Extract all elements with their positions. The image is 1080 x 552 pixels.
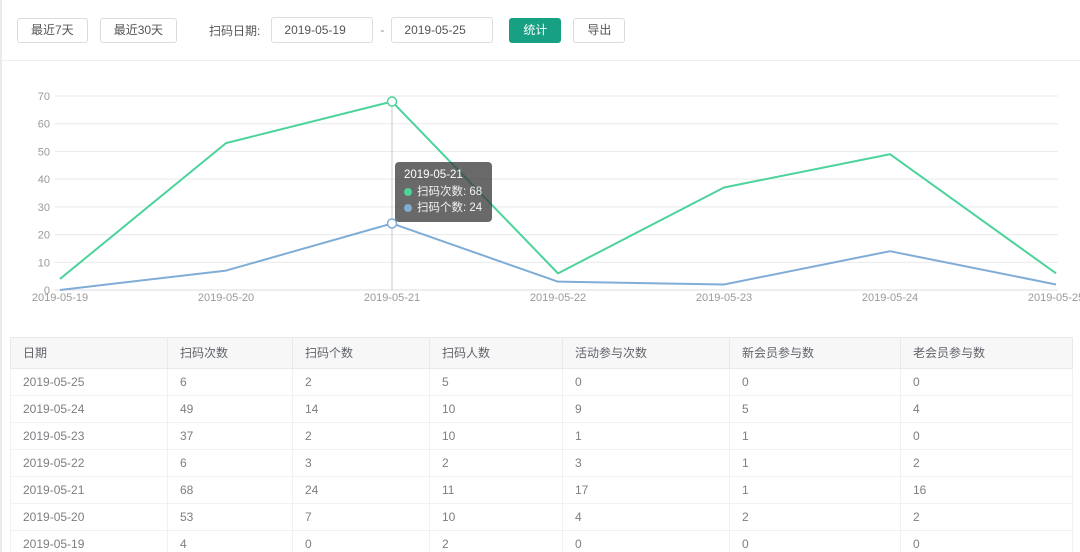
table-cell: 68 bbox=[168, 477, 293, 504]
table-cell: 0 bbox=[730, 531, 901, 552]
table-cell: 1 bbox=[730, 423, 901, 450]
scan-date-label: 扫码日期: bbox=[209, 22, 260, 39]
y-axis-tick-label: 60 bbox=[38, 119, 50, 131]
table-cell: 2 bbox=[293, 423, 430, 450]
table-cell: 4 bbox=[901, 396, 1073, 423]
series-line-1 bbox=[60, 223, 1056, 290]
table-cell: 53 bbox=[168, 504, 293, 531]
table-cell: 2019-05-24 bbox=[11, 396, 168, 423]
table-cell: 0 bbox=[901, 423, 1073, 450]
table-cell: 2 bbox=[901, 504, 1073, 531]
x-axis-label: 2019-05-21 bbox=[364, 292, 420, 304]
table-row: 2019-05-24491410954 bbox=[11, 396, 1073, 423]
table-cell: 9 bbox=[563, 396, 730, 423]
table-cell: 4 bbox=[563, 504, 730, 531]
table-cell: 16 bbox=[901, 477, 1073, 504]
column-header: 扫码个数 bbox=[293, 338, 430, 369]
table-cell: 1 bbox=[730, 450, 901, 477]
y-axis-tick-label: 50 bbox=[38, 146, 50, 158]
hover-marker-1 bbox=[388, 219, 397, 228]
table-cell: 0 bbox=[563, 531, 730, 552]
export-button[interactable]: 导出 bbox=[573, 18, 625, 43]
stats-table: 日期扫码次数扫码个数扫码人数活动参与次数新会员参与数老会员参与数 2019-05… bbox=[10, 337, 1073, 552]
table-cell: 2019-05-20 bbox=[11, 504, 168, 531]
table-cell: 17 bbox=[563, 477, 730, 504]
table-row: 2019-05-19402000 bbox=[11, 531, 1073, 552]
column-header: 老会员参与数 bbox=[901, 338, 1073, 369]
x-axis-label: 2019-05-25 bbox=[1028, 292, 1080, 304]
table-header-row: 日期扫码次数扫码个数扫码人数活动参与次数新会员参与数老会员参与数 bbox=[11, 338, 1073, 369]
table-cell: 2 bbox=[901, 450, 1073, 477]
table-cell: 5 bbox=[430, 369, 563, 396]
table-cell: 37 bbox=[168, 423, 293, 450]
x-axis-label: 2019-05-19 bbox=[32, 292, 88, 304]
last-30-days-button[interactable]: 最近30天 bbox=[100, 18, 177, 43]
table-cell: 1 bbox=[730, 477, 901, 504]
table-cell: 2019-05-25 bbox=[11, 369, 168, 396]
column-header: 扫码人数 bbox=[430, 338, 563, 369]
series-line-0 bbox=[60, 102, 1056, 279]
y-axis-tick-label: 10 bbox=[38, 257, 50, 269]
table-cell: 5 bbox=[730, 396, 901, 423]
column-header: 扫码次数 bbox=[168, 338, 293, 369]
table-cell: 2 bbox=[430, 531, 563, 552]
table-cell: 7 bbox=[293, 504, 430, 531]
last-7-days-button[interactable]: 最近7天 bbox=[17, 18, 88, 43]
table-cell: 3 bbox=[563, 450, 730, 477]
table-cell: 10 bbox=[430, 504, 563, 531]
table-cell: 14 bbox=[293, 396, 430, 423]
table-cell: 0 bbox=[901, 531, 1073, 552]
end-date-input[interactable] bbox=[391, 17, 493, 43]
table-row: 2019-05-2337210110 bbox=[11, 423, 1073, 450]
table-cell: 4 bbox=[168, 531, 293, 552]
table-cell: 0 bbox=[293, 531, 430, 552]
x-axis-label: 2019-05-24 bbox=[862, 292, 918, 304]
column-header: 活动参与次数 bbox=[563, 338, 730, 369]
column-header: 新会员参与数 bbox=[730, 338, 901, 369]
table-cell: 49 bbox=[168, 396, 293, 423]
x-axis-label: 2019-05-20 bbox=[198, 292, 254, 304]
x-axis-label: 2019-05-22 bbox=[530, 292, 586, 304]
table-cell: 2019-05-21 bbox=[11, 477, 168, 504]
date-range-separator: - bbox=[380, 23, 384, 37]
column-header: 日期 bbox=[11, 338, 168, 369]
start-date-input[interactable] bbox=[271, 17, 373, 43]
table-cell: 2019-05-19 bbox=[11, 531, 168, 552]
table-cell: 2 bbox=[730, 504, 901, 531]
table-cell: 0 bbox=[563, 369, 730, 396]
analytics-page: 最近7天 最近30天 扫码日期: - 统计 导出 010203040506070… bbox=[0, 0, 1080, 552]
table-cell: 2019-05-23 bbox=[11, 423, 168, 450]
table-body: 2019-05-256250002019-05-244914109542019-… bbox=[11, 369, 1073, 552]
table-row: 2019-05-2168241117116 bbox=[11, 477, 1073, 504]
table-cell: 0 bbox=[730, 369, 901, 396]
table-cell: 11 bbox=[430, 477, 563, 504]
chart-canvas[interactable]: 0102030405060702019-05-192019-05-202019-… bbox=[2, 85, 1080, 320]
y-axis-tick-label: 70 bbox=[38, 91, 50, 103]
table-cell: 2 bbox=[293, 369, 430, 396]
hover-marker-0 bbox=[388, 97, 397, 106]
statistics-button[interactable]: 统计 bbox=[509, 18, 561, 43]
table-cell: 6 bbox=[168, 369, 293, 396]
table-cell: 2019-05-22 bbox=[11, 450, 168, 477]
stats-table-wrap: 日期扫码次数扫码个数扫码人数活动参与次数新会员参与数老会员参与数 2019-05… bbox=[10, 337, 1072, 552]
table-row: 2019-05-25625000 bbox=[11, 369, 1073, 396]
table-cell: 6 bbox=[168, 450, 293, 477]
y-axis-tick-label: 30 bbox=[38, 202, 50, 214]
table-cell: 2 bbox=[430, 450, 563, 477]
table-row: 2019-05-22632312 bbox=[11, 450, 1073, 477]
table-cell: 3 bbox=[293, 450, 430, 477]
filter-toolbar: 最近7天 最近30天 扫码日期: - 统计 导出 bbox=[2, 0, 1080, 61]
table-cell: 10 bbox=[430, 396, 563, 423]
x-axis-label: 2019-05-23 bbox=[696, 292, 752, 304]
scan-trend-chart[interactable]: 0102030405060702019-05-192019-05-202019-… bbox=[2, 85, 1080, 320]
table-row: 2019-05-2053710422 bbox=[11, 504, 1073, 531]
table-cell: 10 bbox=[430, 423, 563, 450]
y-axis-tick-label: 20 bbox=[38, 230, 50, 242]
y-axis-tick-label: 40 bbox=[38, 174, 50, 186]
table-cell: 24 bbox=[293, 477, 430, 504]
table-cell: 0 bbox=[901, 369, 1073, 396]
table-cell: 1 bbox=[563, 423, 730, 450]
